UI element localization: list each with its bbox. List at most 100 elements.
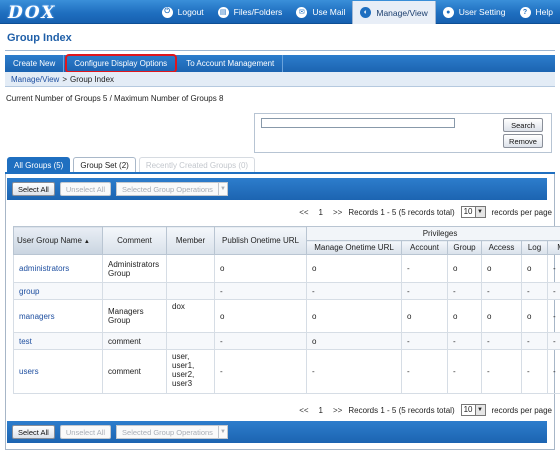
- privilege-cell: -: [546, 282, 560, 300]
- tab-all-groups[interactable]: All Groups (5): [7, 157, 71, 172]
- privilege-cell: -: [401, 349, 448, 394]
- search-input[interactable]: [261, 118, 455, 128]
- group-name-cell: administrators: [13, 254, 103, 283]
- chevron-down-icon: ▼: [474, 207, 485, 217]
- search-button[interactable]: Search: [503, 118, 543, 132]
- logout-icon: ⏻: [161, 6, 173, 18]
- privilege-cell: o: [447, 254, 482, 283]
- action-bar-top: Select All Unselect All Selected Group O…: [7, 178, 547, 200]
- privilege-cell: o: [401, 299, 448, 333]
- groups-table-wrapper: User Group Name ▲ Comment Member Publish …: [13, 226, 560, 398]
- table-row: administrators Administrators Group o o …: [13, 254, 560, 283]
- group-name-cell: group: [13, 282, 103, 300]
- group-name-cell: users: [13, 349, 103, 394]
- privilege-cell: o: [214, 299, 307, 333]
- selected-group-operations-dropdown: Selected Group Operations ▼: [116, 182, 228, 196]
- select-all-button[interactable]: Select All: [12, 182, 55, 196]
- table-row: test comment - o - - - - -: [13, 332, 560, 350]
- selected-group-operations-dropdown: Selected Group Operations ▼: [116, 425, 228, 439]
- privilege-cell: -: [521, 332, 548, 350]
- col-user-group-name[interactable]: User Group Name ▲: [13, 226, 103, 255]
- col-comment: Comment: [102, 226, 167, 255]
- records-summary: Records 1 - 5 (5 records total): [348, 207, 455, 217]
- group-link-users[interactable]: users: [19, 367, 39, 376]
- table-row: users comment user, user1, user2, user3 …: [13, 349, 560, 394]
- prev-page-link[interactable]: <<: [299, 406, 308, 415]
- privilege-cell: -: [546, 254, 560, 283]
- page-title: Group Index: [7, 32, 72, 44]
- privilege-cell: -: [447, 332, 482, 350]
- unselect-all-button: Unselect All: [59, 182, 112, 196]
- privilege-cell: -: [306, 349, 402, 394]
- folder-icon: ▤: [217, 6, 229, 18]
- nav-manage-view[interactable]: ◐ Manage/View: [352, 1, 436, 24]
- page-number[interactable]: 1: [315, 208, 327, 217]
- paging-bottom: << 1 >> Records 1 - 5 (5 records total) …: [299, 404, 552, 416]
- nav-manage-view-label: Manage/View: [376, 7, 428, 18]
- per-page-select[interactable]: 10 ▼: [460, 404, 486, 416]
- comment-cell: [102, 282, 167, 300]
- records-summary: Records 1 - 5 (5 records total): [348, 405, 455, 415]
- create-new-button[interactable]: Create New: [5, 55, 65, 72]
- comment-cell: comment: [102, 349, 167, 394]
- privilege-cell: -: [214, 282, 307, 300]
- privilege-cell: o: [306, 299, 402, 333]
- remove-button[interactable]: Remove: [503, 134, 543, 148]
- breadcrumb-manage-view-link[interactable]: Manage/View: [11, 75, 59, 84]
- col-publish-onetime-url: Publish Onetime URL: [214, 226, 307, 255]
- privilege-cell: o: [521, 299, 548, 333]
- privilege-cell: -: [546, 349, 560, 394]
- privilege-cell: -: [401, 282, 448, 300]
- chevron-down-icon: ▼: [217, 426, 227, 438]
- comment-cell: Managers Group: [102, 299, 167, 333]
- nav-logout-label: Logout: [177, 7, 204, 17]
- col-member: Member: [166, 226, 215, 255]
- col-log: Log: [521, 240, 548, 255]
- member-cell: [166, 254, 215, 283]
- col-user-group-name-label: User Group Name: [17, 236, 82, 245]
- configure-display-options-button[interactable]: Configure Display Options: [65, 54, 178, 73]
- next-page-link[interactable]: >>: [333, 208, 342, 217]
- to-account-management-button[interactable]: To Account Management: [178, 55, 284, 72]
- privilege-cell: -: [214, 332, 307, 350]
- group-name-cell: managers: [13, 299, 103, 333]
- sub-nav: Create New Configure Display Options To …: [5, 54, 555, 73]
- groups-table: User Group Name ▲ Comment Member Publish …: [13, 226, 560, 394]
- nav-user-setting-label: User Setting: [458, 7, 506, 17]
- selected-group-operations-label: Selected Group Operations: [122, 184, 213, 194]
- action-bar-bottom: Select All Unselect All Selected Group O…: [7, 421, 547, 443]
- breadcrumb-separator: >: [62, 74, 67, 84]
- col-group: Group: [447, 240, 482, 255]
- group-count-text: Current Number of Groups 5 / Maximum Num…: [6, 94, 224, 103]
- top-bar: DOX ⏻ Logout ▤ Files/Folders ✉ Use Mail …: [0, 0, 560, 24]
- nav-user-setting[interactable]: ● User Setting: [436, 0, 513, 24]
- breadcrumb-current: Group Index: [70, 74, 115, 84]
- nav-files-folders[interactable]: ▤ Files/Folders: [211, 0, 290, 24]
- privilege-cell: o: [214, 254, 307, 283]
- help-icon: ?: [519, 6, 531, 18]
- top-nav: ⏻ Logout ▤ Files/Folders ✉ Use Mail ◐ Ma…: [155, 0, 560, 24]
- nav-logout[interactable]: ⏻ Logout: [155, 0, 211, 24]
- tab-group-set[interactable]: Group Set (2): [73, 157, 136, 172]
- privilege-cell: -: [521, 282, 548, 300]
- breadcrumb: Manage/View > Group Index: [5, 72, 555, 87]
- group-link-group[interactable]: group: [19, 287, 39, 296]
- col-m: M: [546, 240, 560, 255]
- member-cell: user, user1, user2, user3: [166, 349, 215, 394]
- prev-page-link[interactable]: <<: [299, 208, 308, 217]
- nav-use-mail[interactable]: ✉ Use Mail: [289, 0, 352, 24]
- group-link-administrators[interactable]: administrators: [19, 264, 69, 273]
- page-number[interactable]: 1: [315, 406, 327, 415]
- table-row: managers Managers Group dox o o o o o o …: [13, 299, 560, 333]
- next-page-link[interactable]: >>: [333, 406, 342, 415]
- group-link-test[interactable]: test: [19, 337, 32, 346]
- chevron-down-icon: ▼: [217, 183, 227, 195]
- nav-help[interactable]: ? Help: [513, 0, 560, 24]
- per-page-select[interactable]: 10 ▼: [460, 206, 486, 218]
- col-account: Account: [401, 240, 448, 255]
- group-name-cell: test: [13, 332, 103, 350]
- group-link-managers[interactable]: managers: [19, 312, 55, 321]
- select-all-button[interactable]: Select All: [12, 425, 55, 439]
- member-cell: dox: [166, 299, 215, 333]
- nav-help-label: Help: [535, 7, 553, 17]
